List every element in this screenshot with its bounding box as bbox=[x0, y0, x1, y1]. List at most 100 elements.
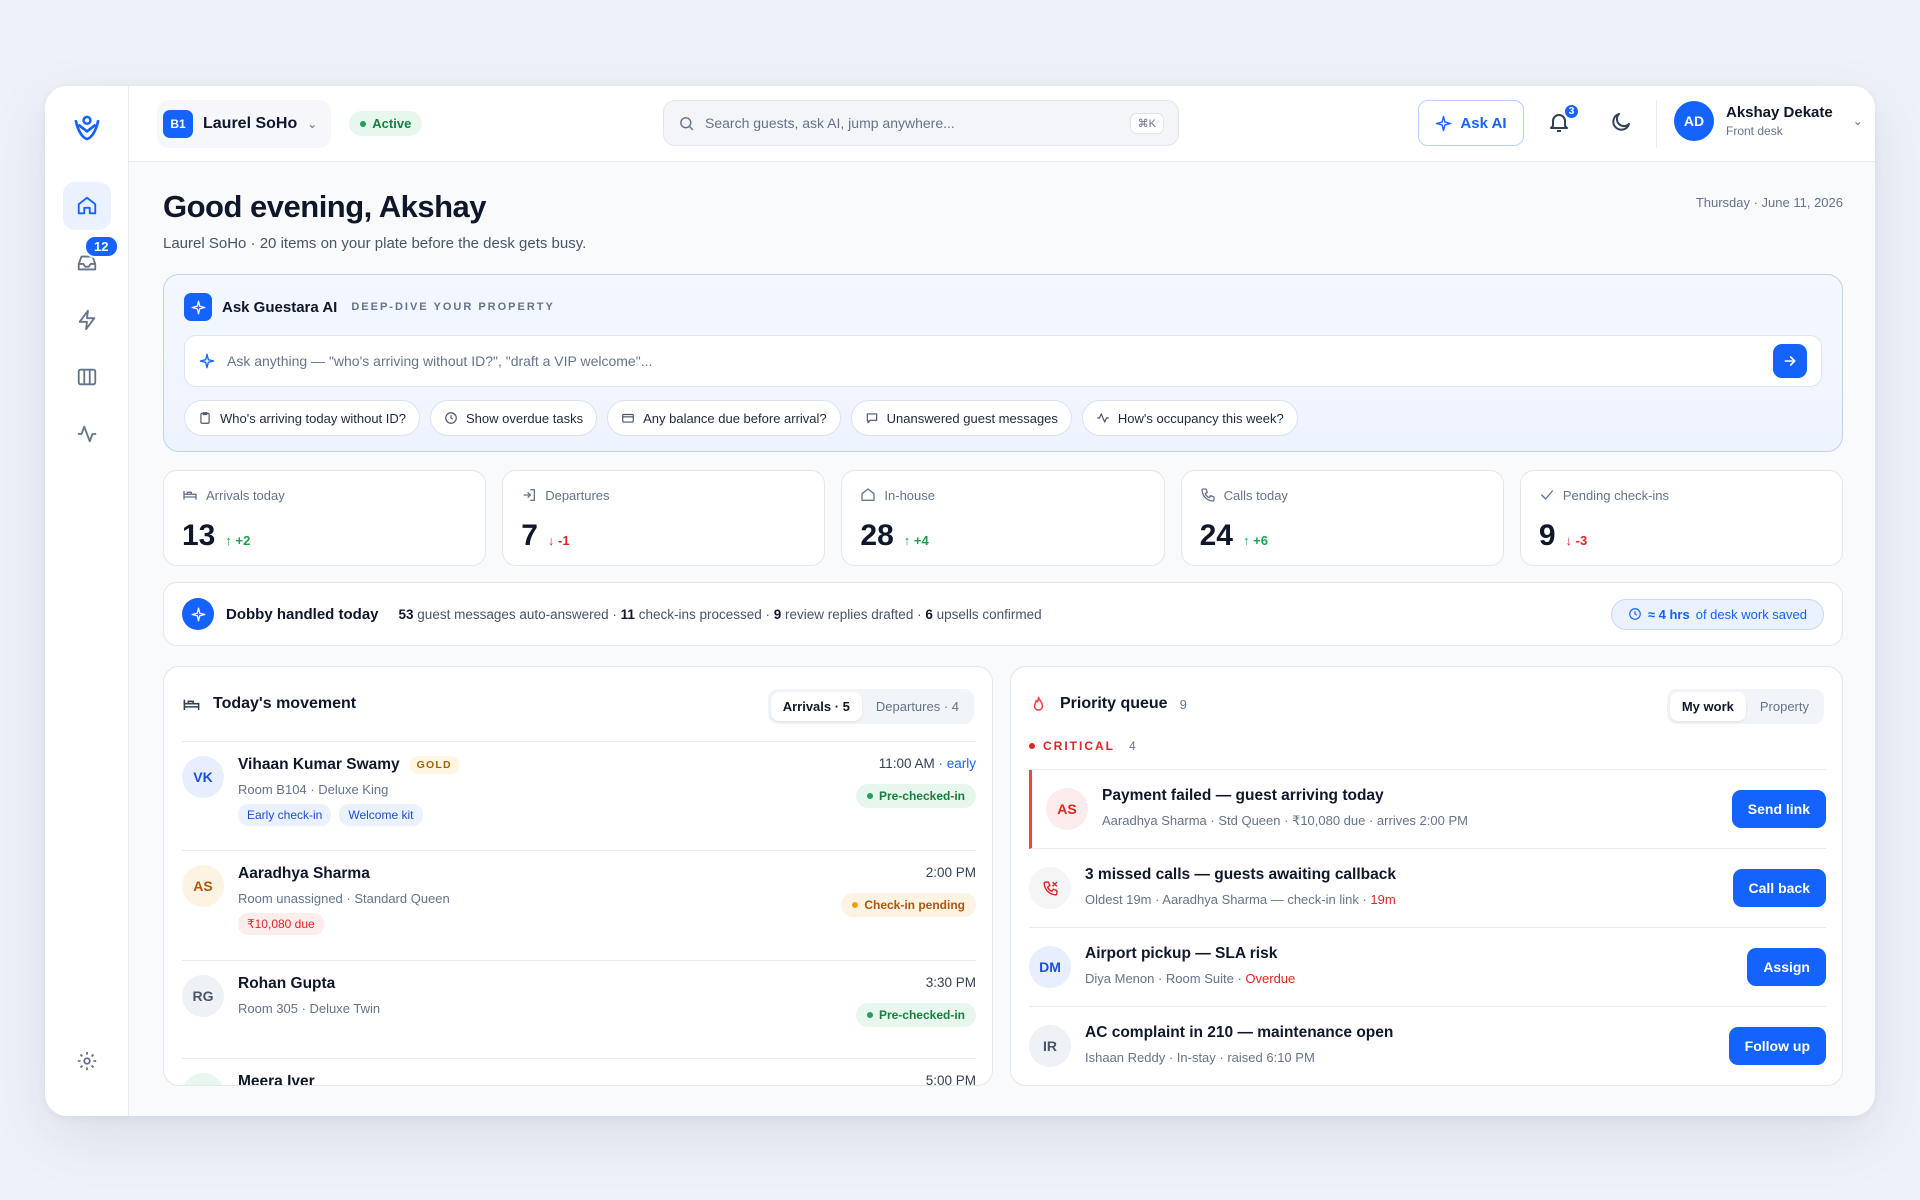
sidebar: 12 bbox=[45, 86, 129, 1116]
list-item[interactable]: VK Vihaan Kumar Swamy GOLD Room B104 · De… bbox=[182, 742, 976, 851]
list-item[interactable]: MI Meera Iyer 5:00 PM bbox=[182, 1059, 976, 1086]
task-details: Aaradhya Sharma · Std Queen · ₹10,080 du… bbox=[1102, 813, 1468, 828]
dobby-text: guest messages auto-answered · bbox=[413, 606, 621, 622]
stat-calls[interactable]: Calls today 24 ↑ +6 bbox=[1180, 470, 1504, 566]
chevron-down-icon: ⌄ bbox=[307, 116, 318, 131]
tab-property[interactable]: Property bbox=[1748, 692, 1821, 721]
sidebar-item-analytics[interactable] bbox=[63, 410, 111, 458]
status-badge: Pre-checked-in bbox=[855, 1003, 976, 1027]
chip-unanswered-messages[interactable]: Unanswered guest messages bbox=[850, 400, 1072, 436]
flame-icon bbox=[1033, 696, 1044, 711]
gear-icon bbox=[77, 1051, 96, 1071]
phone-icon bbox=[1200, 488, 1215, 502]
stat-delta: ↓ -3 bbox=[1565, 533, 1588, 548]
ask-ai-input[interactable]: Ask anything — "who's arriving without I… bbox=[184, 335, 1822, 387]
chip-label: How's occupancy this week? bbox=[1117, 410, 1284, 426]
send-button[interactable] bbox=[1773, 344, 1807, 378]
sparkle-icon bbox=[184, 293, 212, 321]
sparkle-icon bbox=[199, 353, 215, 369]
stat-departures[interactable]: Departures 7 ↓ -1 bbox=[502, 470, 826, 566]
stat-in-house[interactable]: In-house 28 ↑ +4 bbox=[841, 470, 1165, 566]
stat-cards: Arrivals today 13 ↑ +2 Departures 7 ↓ -1 I… bbox=[163, 470, 1844, 566]
list-item[interactable]: RG Rohan Gupta Room 305 · Deluxe Twin 3:… bbox=[182, 961, 976, 1059]
notification-count: 3 bbox=[1563, 103, 1580, 120]
property-name: Laurel SoHo bbox=[203, 114, 298, 132]
user-menu[interactable]: AD Akshay Dekate Front desk ⌄ bbox=[1674, 101, 1863, 141]
dobby-text: review replies drafted · bbox=[781, 606, 926, 622]
stat-label: In-house bbox=[884, 487, 935, 503]
chip-balance-due[interactable]: Any balance due before arrival? bbox=[607, 400, 841, 436]
assign-button[interactable]: Assign bbox=[1747, 948, 1826, 986]
tab-departures[interactable]: Departures · 4 bbox=[864, 692, 971, 721]
arrow-right-icon bbox=[1784, 356, 1796, 366]
sparkle-icon bbox=[1436, 115, 1452, 131]
tab-arrivals[interactable]: Arrivals · 5 bbox=[770, 692, 862, 721]
theme-toggle[interactable] bbox=[1609, 110, 1637, 138]
task-alert: Overdue bbox=[1245, 971, 1296, 986]
queue-tabs: My work Property bbox=[1666, 689, 1824, 724]
status-dot bbox=[852, 902, 859, 908]
time-saved-value: ≈ 4 hrs bbox=[1647, 606, 1690, 622]
stat-pending-checkins[interactable]: Pending check-ins 9 ↓ -3 bbox=[1519, 470, 1844, 566]
stat-delta: ↑ +6 bbox=[1242, 533, 1268, 548]
sidebar-item-settings[interactable] bbox=[63, 1037, 111, 1085]
dobby-count: 6 bbox=[925, 606, 933, 622]
bed-icon bbox=[183, 699, 200, 710]
task-title: Payment failed — guest arriving today bbox=[1102, 787, 1384, 804]
page-subtitle: Laurel SoHo · 20 items on your plate bef… bbox=[163, 235, 587, 252]
chip-label: Who's arriving today without ID? bbox=[220, 410, 407, 426]
list-item[interactable]: IR AC complaint in 210 — maintenance ope… bbox=[1029, 1007, 1826, 1085]
status-text: Pre-checked-in bbox=[878, 1008, 965, 1022]
arrival-time: 11:00 AM bbox=[878, 756, 935, 771]
critical-section-label: CRITICAL 4 bbox=[1029, 739, 1136, 753]
card-icon bbox=[622, 413, 634, 423]
chip-overdue-tasks[interactable]: Show overdue tasks bbox=[430, 400, 598, 436]
task-title: AC complaint in 210 — maintenance open bbox=[1085, 1024, 1394, 1041]
status-badge: Pre-checked-in bbox=[855, 784, 976, 808]
list-item[interactable]: 3 missed calls — guests awaiting callbac… bbox=[1029, 849, 1826, 928]
message-icon bbox=[866, 413, 877, 424]
sidebar-item-home[interactable] bbox=[62, 182, 111, 230]
columns-icon bbox=[77, 368, 96, 386]
clock-icon bbox=[1629, 608, 1641, 620]
sidebar-item-automations[interactable] bbox=[63, 296, 111, 344]
lightning-icon bbox=[78, 309, 95, 331]
current-date: Thursday · June 11, 2026 bbox=[1695, 195, 1843, 210]
follow-up-button[interactable]: Follow up bbox=[1728, 1027, 1826, 1065]
notifications-button[interactable]: 3 bbox=[1547, 103, 1580, 138]
guest-room: Room unassigned · Standard Queen bbox=[238, 891, 450, 906]
home-icon bbox=[77, 196, 96, 215]
sidebar-item-inbox[interactable]: 12 bbox=[63, 235, 119, 287]
guest-name: Meera Iyer bbox=[238, 1073, 315, 1086]
search-input[interactable]: Search guests, ask AI, jump anywhere... bbox=[705, 115, 955, 131]
critical-dot bbox=[1029, 743, 1035, 749]
list-item[interactable]: AS Payment failed — guest arriving today… bbox=[1029, 770, 1826, 849]
stat-label: Calls today bbox=[1223, 487, 1288, 503]
stat-value: 28 bbox=[860, 519, 894, 552]
missed-call-icon bbox=[1029, 867, 1071, 909]
property-selector[interactable]: B1 Laurel SoHo ⌄ bbox=[157, 99, 332, 148]
panel-title: Today's movement bbox=[213, 695, 357, 712]
time-saved-badge[interactable]: ≈ 4 hrs of desk work saved bbox=[1610, 598, 1824, 630]
movement-tabs: Arrivals · 5 Departures · 4 bbox=[767, 689, 974, 724]
stat-arrivals[interactable]: Arrivals today 13 ↑ +2 bbox=[163, 470, 487, 566]
ask-ai-label: Ask AI bbox=[1460, 114, 1507, 132]
chip-occupancy[interactable]: How's occupancy this week? bbox=[1081, 400, 1298, 436]
call-back-button[interactable]: Call back bbox=[1732, 869, 1826, 907]
status-dot bbox=[866, 793, 873, 799]
list-item[interactable]: AS Aaradhya Sharma Room unassigned · Sta… bbox=[182, 851, 976, 961]
status-dot bbox=[866, 1012, 873, 1018]
status-dot bbox=[360, 120, 367, 127]
stat-label: Pending check-ins bbox=[1562, 487, 1670, 503]
ask-ai-button[interactable]: Ask AI bbox=[1418, 100, 1524, 146]
tab-my-work[interactable]: My work bbox=[1669, 692, 1746, 721]
ask-ai-placeholder: Ask anything — "who's arriving without I… bbox=[227, 353, 653, 369]
brand-logo[interactable] bbox=[67, 108, 107, 148]
chip-label: Show overdue tasks bbox=[466, 410, 584, 426]
list-item[interactable]: DM Airport pickup — SLA risk Diya Menon … bbox=[1029, 928, 1826, 1007]
avatar: IR bbox=[1029, 1025, 1071, 1067]
global-search[interactable]: Search guests, ask AI, jump anywhere... … bbox=[663, 100, 1179, 146]
send-link-button[interactable]: Send link bbox=[1731, 790, 1826, 828]
sidebar-item-board[interactable] bbox=[63, 353, 111, 401]
chip-arriving-without-id[interactable]: Who's arriving today without ID? bbox=[184, 400, 421, 436]
